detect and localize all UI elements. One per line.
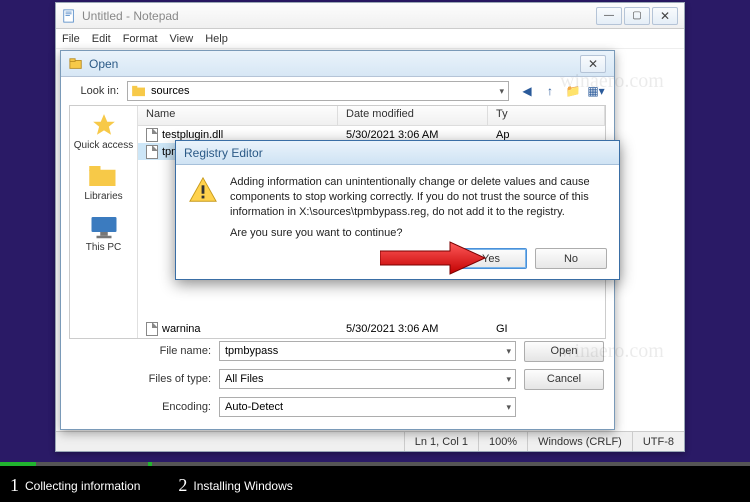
- setup-footer: 1 Collecting information 2 Installing Wi…: [0, 462, 750, 502]
- regedit-message-2: Are you sure you want to continue?: [230, 226, 607, 241]
- open-dialog-icon: [69, 57, 83, 71]
- encoding-value: Auto-Detect: [225, 401, 283, 413]
- setup-step-1: 1 Collecting information: [10, 475, 140, 496]
- step-label: Installing Windows: [193, 479, 292, 493]
- menu-file[interactable]: File: [62, 33, 80, 45]
- notepad-icon: [62, 9, 76, 23]
- regedit-dialog: Registry Editor Adding information can u…: [175, 140, 620, 280]
- maximize-button[interactable]: ▢: [624, 7, 650, 25]
- file-icon: [146, 145, 158, 159]
- minimize-button[interactable]: —: [596, 7, 622, 25]
- status-eol: Windows (CRLF): [527, 432, 632, 451]
- open-close-button[interactable]: ✕: [580, 55, 606, 73]
- notepad-menubar: File Edit Format View Help: [56, 29, 684, 49]
- open-title: Open: [89, 57, 580, 71]
- up-icon[interactable]: ↑: [540, 81, 560, 101]
- file-type: Ap: [488, 129, 605, 141]
- place-libraries-label: Libraries: [84, 191, 122, 202]
- filename-value: tpmbypass: [225, 345, 278, 357]
- open-button[interactable]: Open: [524, 341, 604, 362]
- folder-icon: [132, 85, 146, 97]
- chevron-down-icon: ▾: [506, 402, 511, 413]
- col-date[interactable]: Date modified: [338, 106, 488, 125]
- libraries-icon: [88, 163, 118, 189]
- file-icon: [146, 322, 158, 336]
- chevron-down-icon: ▾: [499, 86, 504, 97]
- monitor-icon: [89, 214, 119, 240]
- status-enc: UTF-8: [632, 432, 684, 451]
- file-row[interactable]: warnina 5/30/2021 3:06 AM GI: [138, 320, 605, 337]
- setup-progress-step1: [0, 462, 36, 466]
- open-titlebar[interactable]: Open ✕: [61, 51, 614, 77]
- place-libraries[interactable]: Libraries: [84, 163, 122, 202]
- notepad-titlebar[interactable]: Untitled - Notepad — ▢ ✕: [56, 3, 684, 29]
- file-name: testplugin.dll: [162, 129, 223, 141]
- col-name[interactable]: Name: [138, 106, 338, 125]
- no-button[interactable]: No: [535, 248, 607, 269]
- back-icon[interactable]: ◀: [517, 81, 537, 101]
- regedit-title: Registry Editor: [184, 146, 263, 160]
- yes-button[interactable]: Yes: [455, 248, 527, 269]
- menu-edit[interactable]: Edit: [92, 33, 111, 45]
- filename-label: File name:: [131, 345, 211, 357]
- status-zoom: 100%: [478, 432, 527, 451]
- notepad-statusbar: Ln 1, Col 1 100% Windows (CRLF) UTF-8: [56, 431, 684, 451]
- setup-progress-track: [0, 462, 750, 466]
- views-icon[interactable]: ▦▾: [586, 81, 606, 101]
- file-date: 5/30/2021 3:06 AM: [338, 129, 488, 141]
- place-this-pc[interactable]: This PC: [86, 214, 122, 253]
- menu-format[interactable]: Format: [123, 33, 158, 45]
- menu-help[interactable]: Help: [205, 33, 228, 45]
- chevron-down-icon: ▾: [506, 346, 511, 357]
- file-name: warnina: [162, 323, 201, 335]
- lookin-combobox[interactable]: sources ▾: [127, 81, 509, 101]
- file-date: 5/30/2021 3:06 AM: [338, 323, 488, 335]
- status-pos: Ln 1, Col 1: [404, 432, 478, 451]
- lookin-label: Look in:: [69, 85, 119, 97]
- file-list-header: Name Date modified Ty: [138, 106, 605, 126]
- setup-progress-step2-tick: [148, 462, 152, 466]
- place-quick-access[interactable]: Quick access: [74, 112, 133, 151]
- setup-step-2: 2 Installing Windows: [178, 475, 292, 496]
- notepad-title: Untitled - Notepad: [82, 9, 596, 23]
- warning-icon: [188, 175, 218, 205]
- cancel-button[interactable]: Cancel: [524, 369, 604, 390]
- place-thispc-label: This PC: [86, 242, 122, 253]
- lookin-value: sources: [151, 85, 190, 97]
- filetype-value: All Files: [225, 373, 264, 385]
- close-button[interactable]: ✕: [652, 7, 678, 25]
- star-icon: [89, 112, 119, 138]
- filename-combobox[interactable]: tpmbypass ▾: [219, 341, 516, 361]
- step-number: 1: [10, 475, 19, 496]
- places-bar: Quick access Libraries This PC: [70, 106, 138, 338]
- filetype-combobox[interactable]: All Files ▾: [219, 369, 516, 389]
- place-quick-label: Quick access: [74, 140, 133, 151]
- chevron-down-icon: ▾: [506, 374, 511, 385]
- menu-view[interactable]: View: [170, 33, 194, 45]
- regedit-message-1: Adding information can unintentionally c…: [230, 175, 607, 220]
- file-type: GI: [488, 323, 605, 335]
- step-label: Collecting information: [25, 479, 140, 493]
- step-number: 2: [178, 475, 187, 496]
- regedit-titlebar[interactable]: Registry Editor: [176, 141, 619, 165]
- encoding-combobox[interactable]: Auto-Detect ▾: [219, 397, 516, 417]
- col-type[interactable]: Ty: [488, 106, 605, 125]
- filetype-label: Files of type:: [131, 373, 211, 385]
- file-icon: [146, 128, 158, 142]
- new-folder-icon[interactable]: 📁: [563, 81, 583, 101]
- encoding-label: Encoding:: [131, 401, 211, 413]
